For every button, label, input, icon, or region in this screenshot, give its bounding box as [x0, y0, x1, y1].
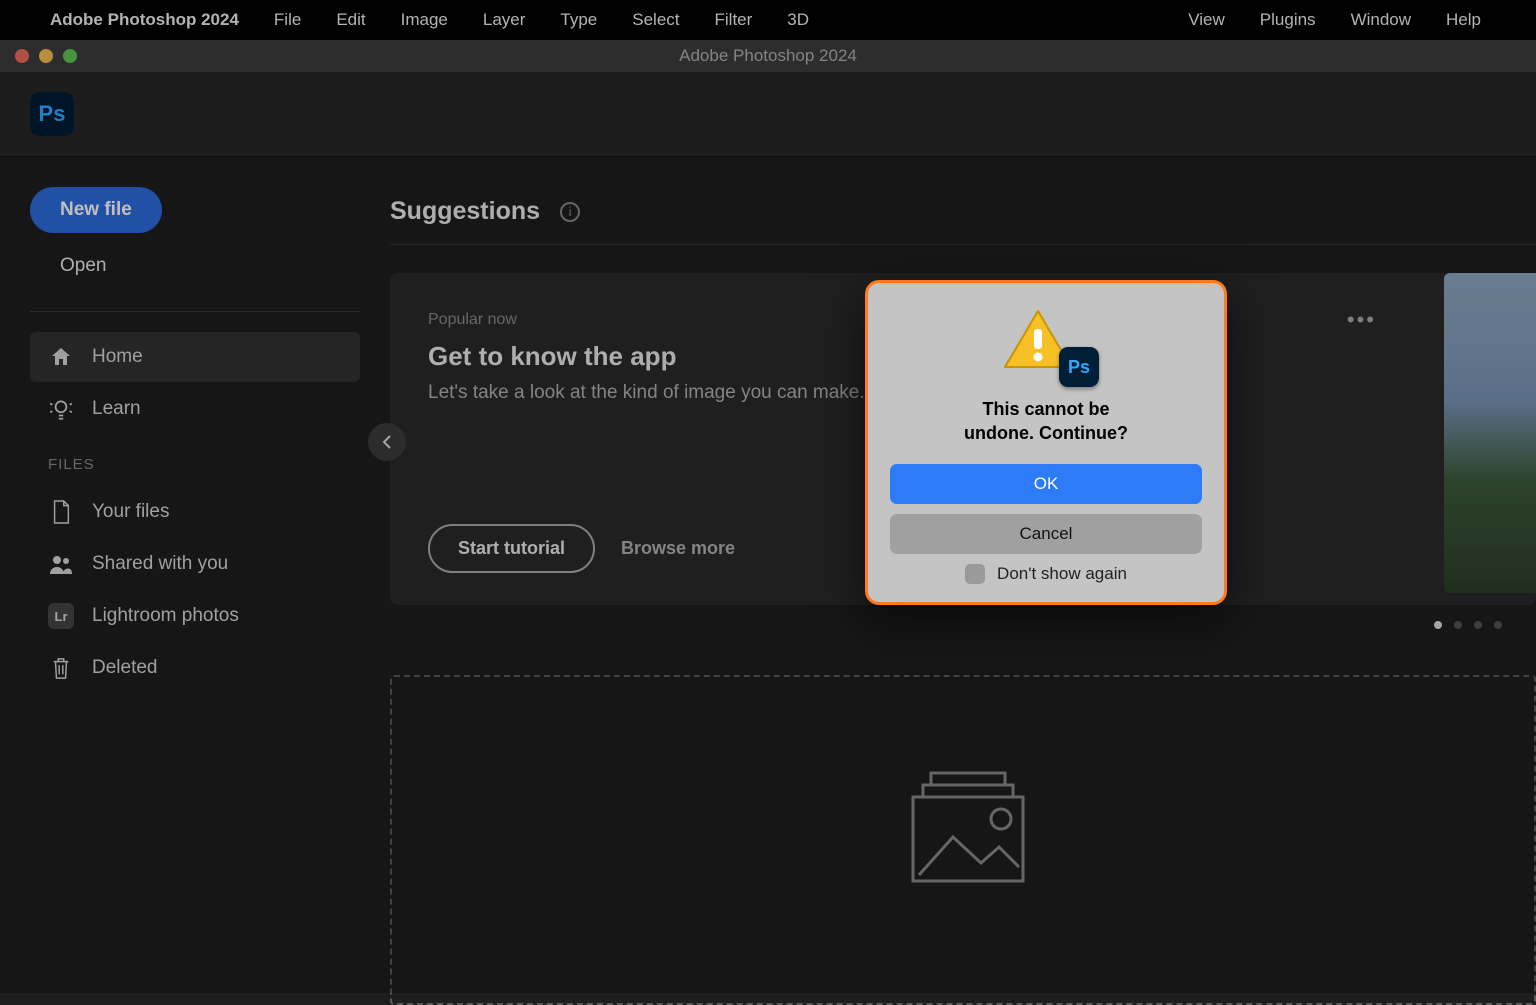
- window-zoom-button[interactable]: [63, 49, 77, 63]
- menubar-view[interactable]: View: [1188, 10, 1225, 30]
- menubar-app-name[interactable]: Adobe Photoshop 2024: [50, 10, 239, 30]
- window-minimize-button[interactable]: [39, 49, 53, 63]
- sidebar-item-label: Home: [92, 346, 143, 368]
- pager-dot[interactable]: [1454, 621, 1462, 629]
- dont-show-checkbox[interactable]: [965, 564, 985, 584]
- files-section-header: FILES: [30, 436, 360, 487]
- card-more-icon[interactable]: •••: [1347, 307, 1376, 333]
- sidebar-item-label: Deleted: [92, 657, 158, 679]
- menubar-select[interactable]: Select: [632, 10, 679, 30]
- sidebar-item-label: Shared with you: [92, 553, 228, 575]
- drop-zone[interactable]: [390, 675, 1536, 1005]
- sidebar-item-label: Lightroom photos: [92, 605, 239, 627]
- sidebar-item-learn[interactable]: Learn: [30, 384, 360, 434]
- menubar-3d[interactable]: 3D: [787, 10, 809, 30]
- lightroom-icon: Lr: [48, 603, 74, 629]
- menubar-edit[interactable]: Edit: [336, 10, 365, 30]
- sidebar-item-deleted[interactable]: Deleted: [30, 643, 360, 693]
- sidebar-item-lightroom[interactable]: Lr Lightroom photos: [30, 591, 360, 641]
- document-icon: [48, 499, 74, 525]
- image-stack-icon: [893, 767, 1033, 887]
- app-toolbar: Ps: [0, 72, 1536, 157]
- suggestions-heading: Suggestions: [390, 197, 540, 226]
- menubar-layer[interactable]: Layer: [483, 10, 526, 30]
- card-thumbnail: [1444, 273, 1536, 593]
- sidebar-item-label: Your files: [92, 501, 169, 523]
- carousel-prev-button[interactable]: [368, 423, 406, 461]
- window-titlebar: Adobe Photoshop 2024: [0, 40, 1536, 72]
- lightbulb-icon: [48, 396, 74, 422]
- macos-menubar: Adobe Photoshop 2024 File Edit Image Lay…: [0, 0, 1536, 40]
- people-icon: [48, 551, 74, 577]
- dialog-cancel-button[interactable]: Cancel: [890, 514, 1202, 554]
- photoshop-badge-icon: Ps: [1059, 347, 1099, 387]
- window-title: Adobe Photoshop 2024: [679, 46, 857, 66]
- menubar-help[interactable]: Help: [1446, 10, 1481, 30]
- pager-dot[interactable]: [1474, 621, 1482, 629]
- pager-dot[interactable]: [1434, 621, 1442, 629]
- sidebar-item-home[interactable]: Home: [30, 332, 360, 382]
- home-sidebar: New file Open Home Learn FILES Your file…: [0, 157, 390, 993]
- sidebar-item-label: Learn: [92, 398, 141, 420]
- menubar-plugins[interactable]: Plugins: [1260, 10, 1316, 30]
- info-icon[interactable]: i: [560, 202, 580, 222]
- new-file-button[interactable]: New file: [30, 187, 162, 233]
- menubar-filter[interactable]: Filter: [715, 10, 753, 30]
- pager-dot[interactable]: [1494, 621, 1502, 629]
- home-icon: [48, 344, 74, 370]
- menubar-image[interactable]: Image: [401, 10, 448, 30]
- sidebar-item-your-files[interactable]: Your files: [30, 487, 360, 537]
- divider: [30, 311, 360, 312]
- trash-icon: [48, 655, 74, 681]
- dont-show-label: Don't show again: [997, 564, 1127, 584]
- browse-more-button[interactable]: Browse more: [621, 538, 735, 559]
- menubar-file[interactable]: File: [274, 10, 301, 30]
- window-close-button[interactable]: [15, 49, 29, 63]
- divider: [390, 244, 1536, 245]
- menubar-type[interactable]: Type: [560, 10, 597, 30]
- dialog-ok-button[interactable]: OK: [890, 464, 1202, 504]
- carousel-pager: [390, 605, 1536, 629]
- start-tutorial-button[interactable]: Start tutorial: [428, 524, 595, 573]
- open-button[interactable]: Open: [30, 241, 136, 291]
- dialog-message: This cannot be undone. Continue?: [890, 397, 1202, 446]
- photoshop-logo-icon[interactable]: Ps: [30, 92, 74, 136]
- confirm-dialog: Ps This cannot be undone. Continue? OK C…: [865, 280, 1227, 605]
- menubar-window[interactable]: Window: [1351, 10, 1411, 30]
- sidebar-item-shared[interactable]: Shared with you: [30, 539, 360, 589]
